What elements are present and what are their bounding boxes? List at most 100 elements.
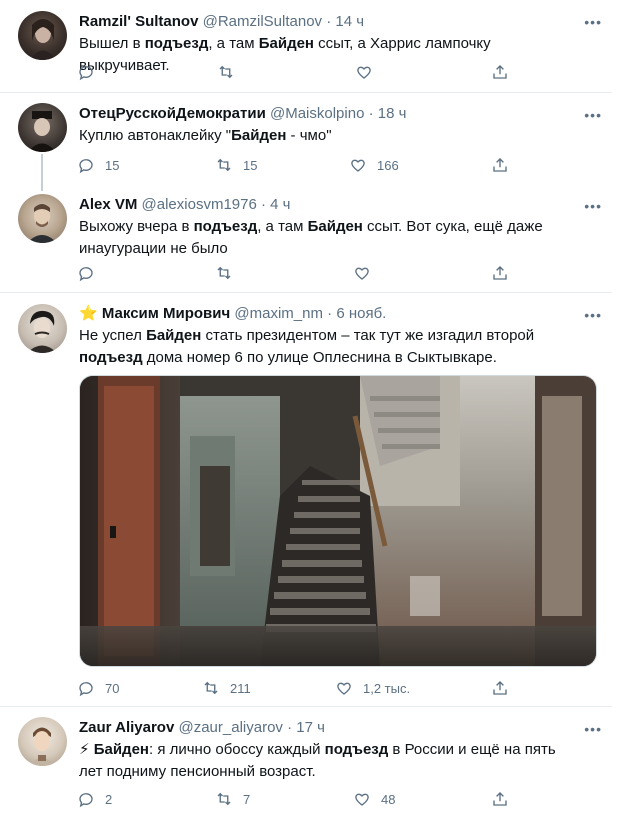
retweet-button[interactable]: 15 [215, 155, 257, 175]
text-segment: , а там [257, 218, 308, 235]
retweet-count: 7 [243, 791, 251, 807]
more-options-icon[interactable]: ••• [584, 107, 602, 123]
highlighted-keyword: Байден [93, 741, 149, 758]
more-options-icon[interactable]: ••• [584, 307, 602, 323]
like-icon [355, 267, 369, 280]
timestamp[interactable]: 18 ч [378, 105, 407, 122]
action-bar: 2 7 48 [77, 789, 517, 809]
highlighted-keyword: Байден [307, 218, 363, 235]
like-button[interactable]: 1,2 тыс. [335, 678, 410, 698]
star-emoji-icon: ⭐ [79, 305, 98, 322]
retweet-count: 15 [243, 157, 258, 173]
reply-count: 15 [105, 157, 120, 173]
reply-button[interactable]: 70 [77, 678, 119, 698]
avatar[interactable] [18, 717, 67, 766]
text-segment: Не успел [79, 327, 147, 344]
timestamp[interactable]: 14 ч [335, 13, 364, 30]
more-options-icon[interactable]: ••• [584, 198, 602, 214]
highlighted-keyword: Байден [231, 127, 287, 144]
retweet-icon [219, 65, 233, 79]
reply-icon [79, 159, 93, 174]
retweet-button[interactable] [217, 62, 245, 82]
share-button[interactable] [491, 263, 509, 283]
reply-button[interactable]: 2 [77, 789, 112, 809]
text-segment: стать президентом – так тут же изгадил в… [201, 327, 535, 344]
highlighted-keyword: подъезд [79, 349, 143, 366]
retweet-button[interactable] [215, 263, 243, 283]
author-handle[interactable]: @maxim_nm [234, 305, 323, 322]
retweet-button[interactable]: 211 [202, 678, 251, 698]
timestamp[interactable]: 17 ч [296, 719, 325, 736]
highlighted-keyword: Байден [146, 327, 202, 344]
like-button[interactable] [353, 263, 381, 283]
tweet-text: Выхожу вчера в подъезд, а там Байден ссы… [79, 216, 559, 260]
author-handle[interactable]: @RamzilSultanov [203, 13, 322, 30]
author-name[interactable]: Максим Мирович [102, 305, 230, 322]
like-icon [337, 682, 351, 695]
reply-button[interactable] [77, 263, 105, 283]
author-handle[interactable]: @Maiskolpino [270, 105, 364, 122]
tweet[interactable]: ОтецРусскойДемократии @Maiskolpino · 18 … [0, 92, 612, 191]
more-options-icon[interactable]: ••• [584, 721, 602, 737]
share-button[interactable] [491, 155, 509, 175]
separator-dot: · [326, 13, 332, 30]
avatar[interactable] [18, 194, 67, 243]
tweet-text: Куплю автонаклейку "Байден - чмо" [79, 125, 559, 147]
like-button[interactable]: 48 [353, 789, 395, 809]
reply-icon [79, 66, 93, 81]
share-icon [493, 681, 507, 695]
retweet-button[interactable]: 7 [215, 789, 250, 809]
timestamp[interactable]: 4 ч [270, 196, 290, 213]
separator-dot: · [368, 105, 374, 122]
reply-icon [79, 793, 93, 808]
tweet-text: Не успел Байден стать президентом – так … [79, 325, 549, 369]
highlighted-keyword: подъезд [324, 741, 389, 758]
action-bar: 15 15 166 [77, 155, 517, 175]
tweet[interactable]: Zaur Aliyarov @zaur_aliyarov · 17 ч ••• … [0, 706, 612, 823]
like-count: 1,2 тыс. [363, 680, 411, 696]
author-name[interactable]: ОтецРусскойДемократии [79, 105, 266, 122]
like-button[interactable]: 166 [349, 155, 399, 175]
timestamp[interactable]: 6 нояб. [336, 305, 386, 322]
action-bar [77, 62, 517, 82]
text-segment: - чмо" [286, 127, 332, 144]
author-handle[interactable]: @alexiosvm1976 [142, 196, 257, 213]
author-name[interactable]: Alex VM [79, 196, 137, 213]
author-name[interactable]: Zaur Aliyarov [79, 719, 174, 736]
share-button[interactable] [491, 678, 509, 698]
action-bar: 70 211 1,2 тыс. [77, 678, 517, 698]
share-icon [493, 792, 507, 806]
reply-button[interactable] [77, 62, 105, 82]
share-button[interactable] [491, 789, 509, 809]
highlighted-keyword: Байден [258, 35, 314, 52]
text-segment: Куплю автонаклейку " [79, 127, 232, 144]
reply-count: 70 [105, 680, 120, 696]
tweet-photo[interactable] [79, 375, 597, 667]
author-name[interactable]: Ramzil' Sultanov [79, 13, 198, 30]
retweet-icon [217, 792, 231, 806]
like-icon [355, 793, 369, 806]
avatar[interactable] [18, 304, 67, 353]
tweet[interactable]: Ramzil' Sultanov @RamzilSultanov · 14 ч … [0, 0, 612, 92]
like-icon [351, 159, 365, 172]
reply-icon [79, 267, 93, 282]
tweet[interactable]: Alex VM @alexiosvm1976 · 4 ч ••• Выхожу … [0, 186, 612, 292]
avatar[interactable] [18, 103, 67, 152]
author-handle[interactable]: @zaur_aliyarov [178, 719, 282, 736]
like-button[interactable] [355, 62, 383, 82]
avatar[interactable] [18, 11, 67, 60]
share-icon [493, 158, 507, 172]
retweet-icon [204, 681, 218, 695]
retweet-count: 211 [230, 680, 251, 696]
like-count: 48 [381, 791, 396, 807]
like-icon [357, 66, 371, 79]
reply-button[interactable]: 15 [77, 155, 119, 175]
text-segment: Выхожу вчера в [79, 218, 194, 235]
highlighted-keyword: подъезд [144, 35, 209, 52]
text-segment: ⚡ [79, 741, 94, 758]
more-options-icon[interactable]: ••• [584, 14, 602, 30]
highlighted-keyword: подъезд [193, 218, 258, 235]
text-segment: дома номер 6 по улице Оплеснина в Сыктыв… [142, 349, 497, 366]
like-count: 166 [377, 157, 399, 173]
share-button[interactable] [491, 62, 509, 82]
